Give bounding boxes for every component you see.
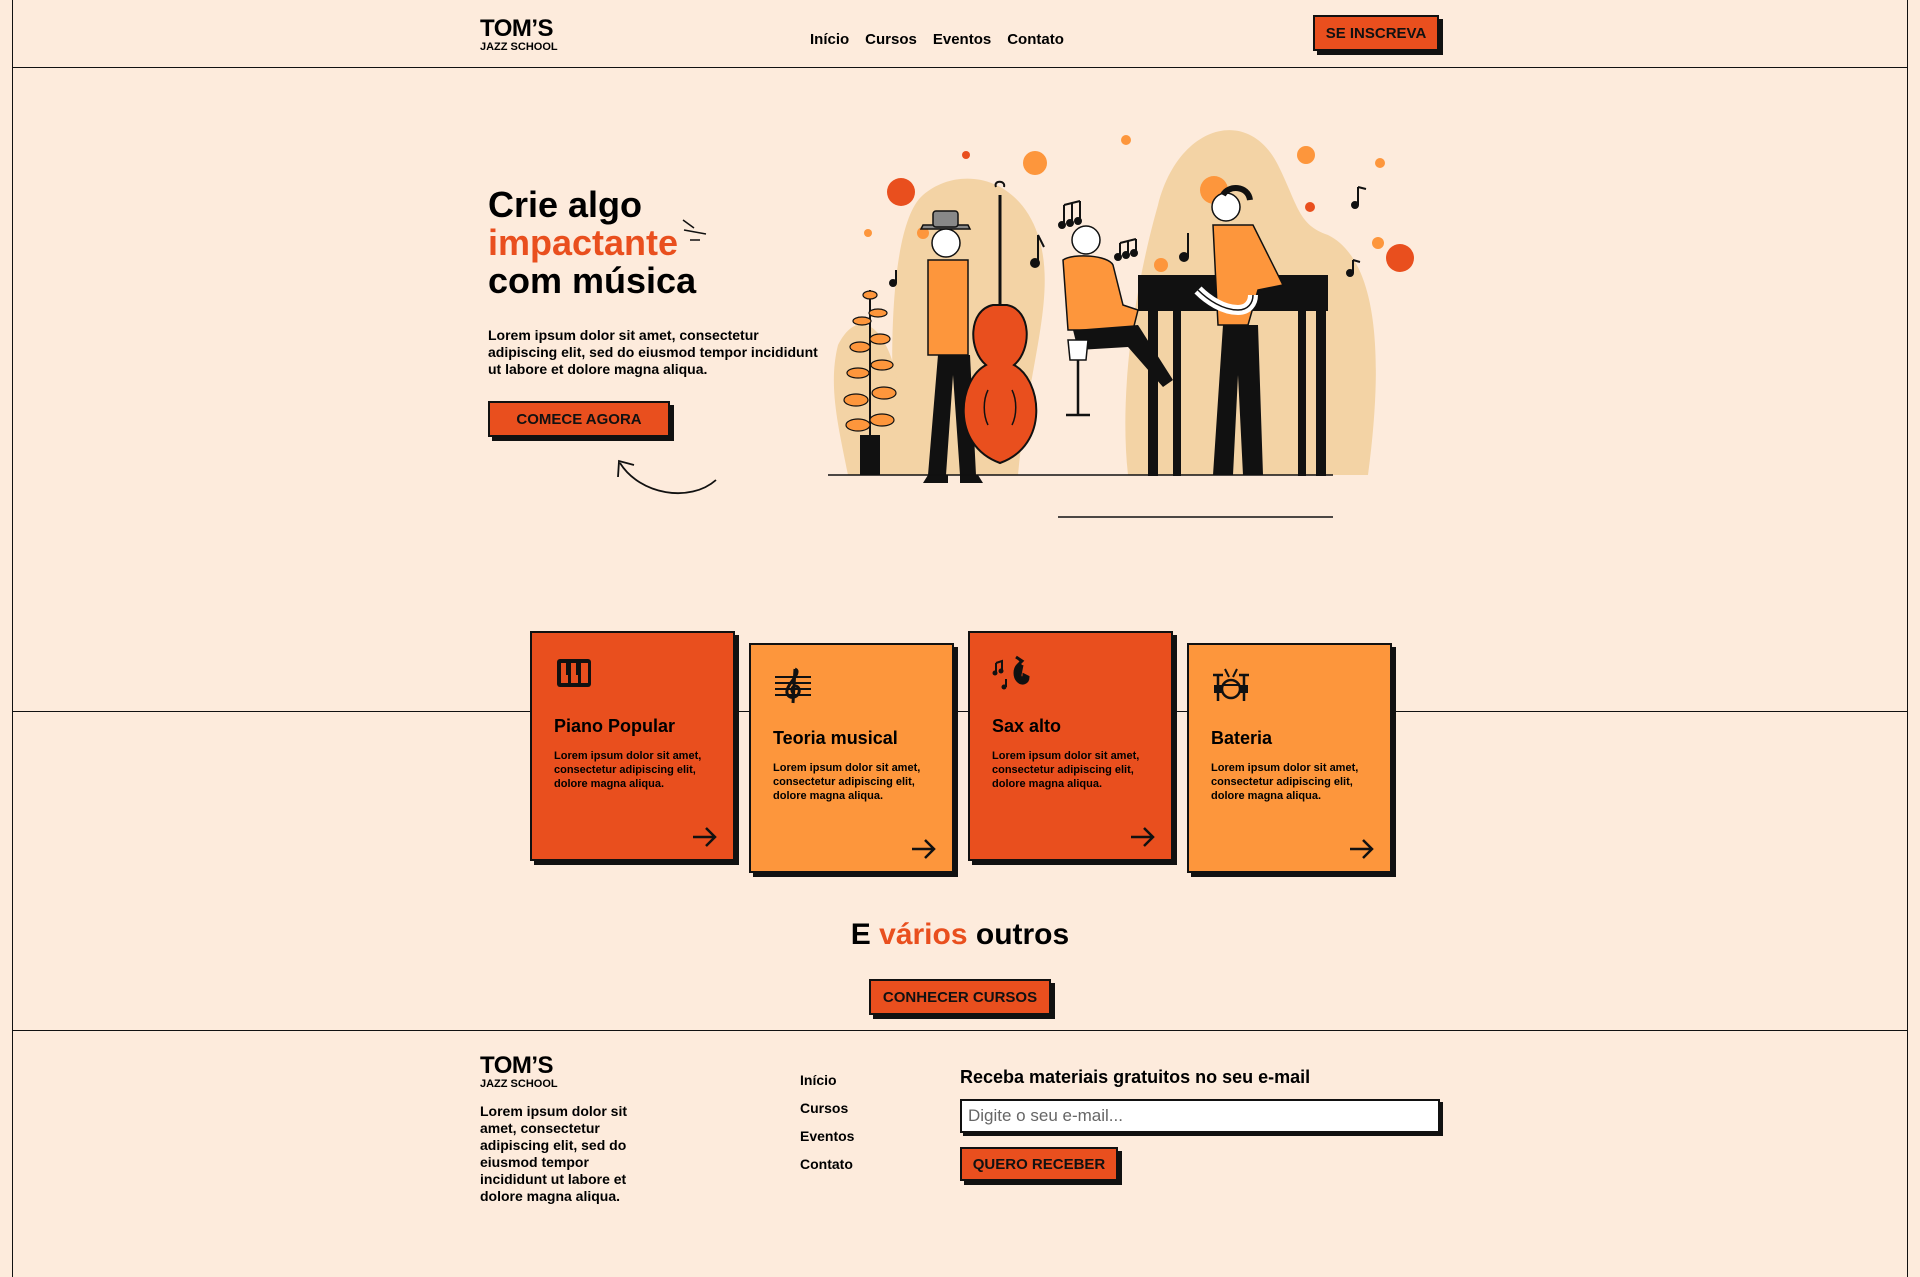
hero-subtitle: Lorem ipsum dolor sit amet, consectetur … [488,327,818,377]
footer-nav: Início Cursos Eventos Contato [800,1072,854,1172]
others-prefix: E [850,918,880,951]
footer-link-cursos[interactable]: Cursos [800,1100,854,1116]
others-suffix: outros [967,918,1070,951]
newsletter-title: Receba materiais gratuitos no seu e-mail [960,1067,1311,1087]
main-nav: Início Cursos Eventos Contato [810,31,1064,48]
arrow-right-icon[interactable] [910,837,938,861]
nav-link-cursos[interactable]: Cursos [865,31,917,48]
logo-main: TOM’S [480,15,554,42]
footer-divider [12,1030,1908,1031]
course-description: Lorem ipsum dolor sit amet, consectetur … [992,750,1140,790]
arrow-right-icon[interactable] [1348,837,1376,861]
course-description: Lorem ipsum dolor sit amet, consectetur … [554,750,702,790]
others-accent: vários [879,918,968,951]
piano-icon [557,659,591,687]
logo-sub: JAZZ SCHOOL [480,1078,558,1090]
hero-title-line1: Crie algo [488,184,643,225]
jazz-band-illustration [828,130,1414,518]
course-title: Sax alto [992,716,1062,736]
explore-courses-button[interactable]: CONHECER CURSOS [869,979,1051,1015]
hero-title-accent: impactante [488,222,679,263]
course-card-drums[interactable]: Bateria Lorem ipsum dolor sit amet, cons… [1187,643,1392,873]
header-divider [12,67,1908,68]
footer-description: Lorem ipsum dolor sit amet, consectetur … [480,1103,628,1204]
course-title: Piano Popular [554,716,676,736]
course-title: Teoria musical [773,728,898,748]
start-now-button[interactable]: COMECE AGORA [488,401,670,437]
course-card-theory[interactable]: Teoria musical Lorem ipsum dolor sit ame… [749,643,954,873]
section-divider [12,711,1908,712]
logo-main: TOM’S [480,1052,554,1079]
nav-link-eventos[interactable]: Eventos [933,31,991,48]
logo-sub: JAZZ SCHOOL [480,41,558,53]
course-description: Lorem ipsum dolor sit amet, consectetur … [1211,762,1359,802]
subscribe-button[interactable]: QUERO RECEBER [960,1147,1118,1181]
email-input[interactable] [960,1099,1440,1133]
others-heading: E vários outros [0,918,1920,952]
course-card-piano[interactable]: Piano Popular Lorem ipsum dolor sit amet… [530,631,735,861]
arrow-right-icon[interactable] [1129,825,1157,849]
footer-logo[interactable]: TOM’S JAZZ SCHOOL [480,1054,558,1090]
footer-link-inicio[interactable]: Início [800,1072,854,1088]
footer-link-eventos[interactable]: Eventos [800,1128,854,1144]
course-title: Bateria [1211,728,1273,748]
header-logo[interactable]: TOM’S JAZZ SCHOOL [480,17,558,53]
sparkle-lines-icon [682,219,707,241]
nav-link-contato[interactable]: Contato [1007,31,1064,48]
footer-link-contato[interactable]: Contato [800,1156,854,1172]
hero-title-line3: com música [488,260,697,301]
nav-link-inicio[interactable]: Início [810,31,849,48]
drums-icon [1213,668,1249,701]
curved-arrow-icon [617,459,717,495]
signup-button[interactable]: SE INSCREVA [1313,15,1439,51]
arrow-right-icon[interactable] [691,825,719,849]
course-card-sax[interactable]: Sax alto Lorem ipsum dolor sit amet, con… [968,631,1173,861]
course-description: Lorem ipsum dolor sit amet, consectetur … [773,762,921,802]
hero-title: Crie algo impactante com música [488,186,696,300]
saxophone-icon [992,655,1030,690]
treble-clef-icon [775,667,811,704]
